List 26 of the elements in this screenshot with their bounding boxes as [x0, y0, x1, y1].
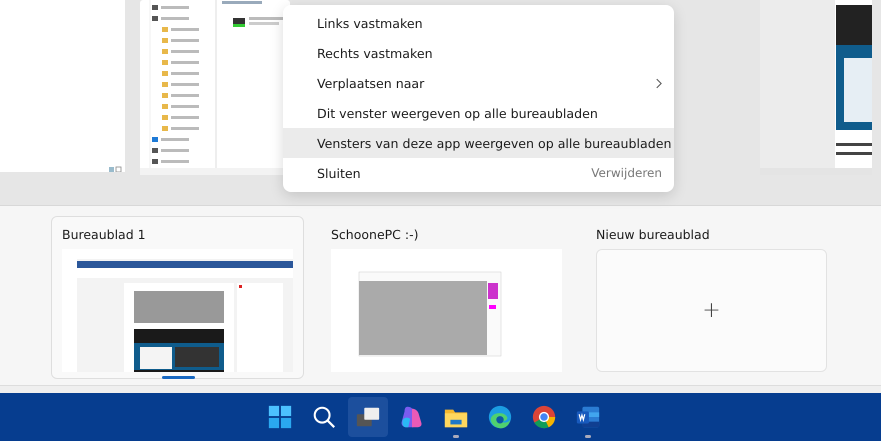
window-thumbnail-drawing[interactable]	[760, 0, 872, 175]
desktop-title: SchoonePC :-)	[331, 227, 420, 242]
chrome-icon	[531, 404, 557, 430]
search-icon	[311, 404, 337, 430]
running-indicator	[585, 435, 591, 438]
desktop-card[interactable]: Bureaublad 1	[51, 216, 304, 379]
desktop-card[interactable]: SchoonePC :-)	[320, 216, 573, 379]
desktop-title: Bureaublad 1	[62, 227, 147, 242]
chevron-icon	[655, 78, 662, 88]
active-indicator	[162, 376, 195, 379]
menu-item[interactable]: Links vastmaken	[283, 8, 674, 38]
running-indicator	[453, 435, 459, 438]
menu-item[interactable]: Dit venster weergeven op alle bureaubladen	[283, 98, 674, 128]
desktop-title: Nieuw bureaublad	[596, 227, 711, 242]
windows-logo-icon	[267, 404, 293, 430]
taskbar-button[interactable]	[348, 397, 388, 437]
menu-item[interactable]: Sluiten Verwijderen	[283, 158, 674, 188]
new-desktop-button[interactable]: +	[596, 249, 827, 372]
window-thumbnail-drawing[interactable]	[140, 0, 290, 175]
edge-icon	[487, 404, 513, 430]
menu-item[interactable]: Rechts vastmaken	[283, 38, 674, 68]
menu-item[interactable]: Verplaatsen naar	[283, 68, 674, 98]
menu-item[interactable]: Vensters van deze app weergeven op alle bureaubladen	[283, 128, 674, 158]
window-thumbnail-drawing[interactable]	[0, 0, 125, 172]
shortcut-label: Verwijderen	[591, 166, 662, 180]
word-icon	[575, 404, 601, 430]
